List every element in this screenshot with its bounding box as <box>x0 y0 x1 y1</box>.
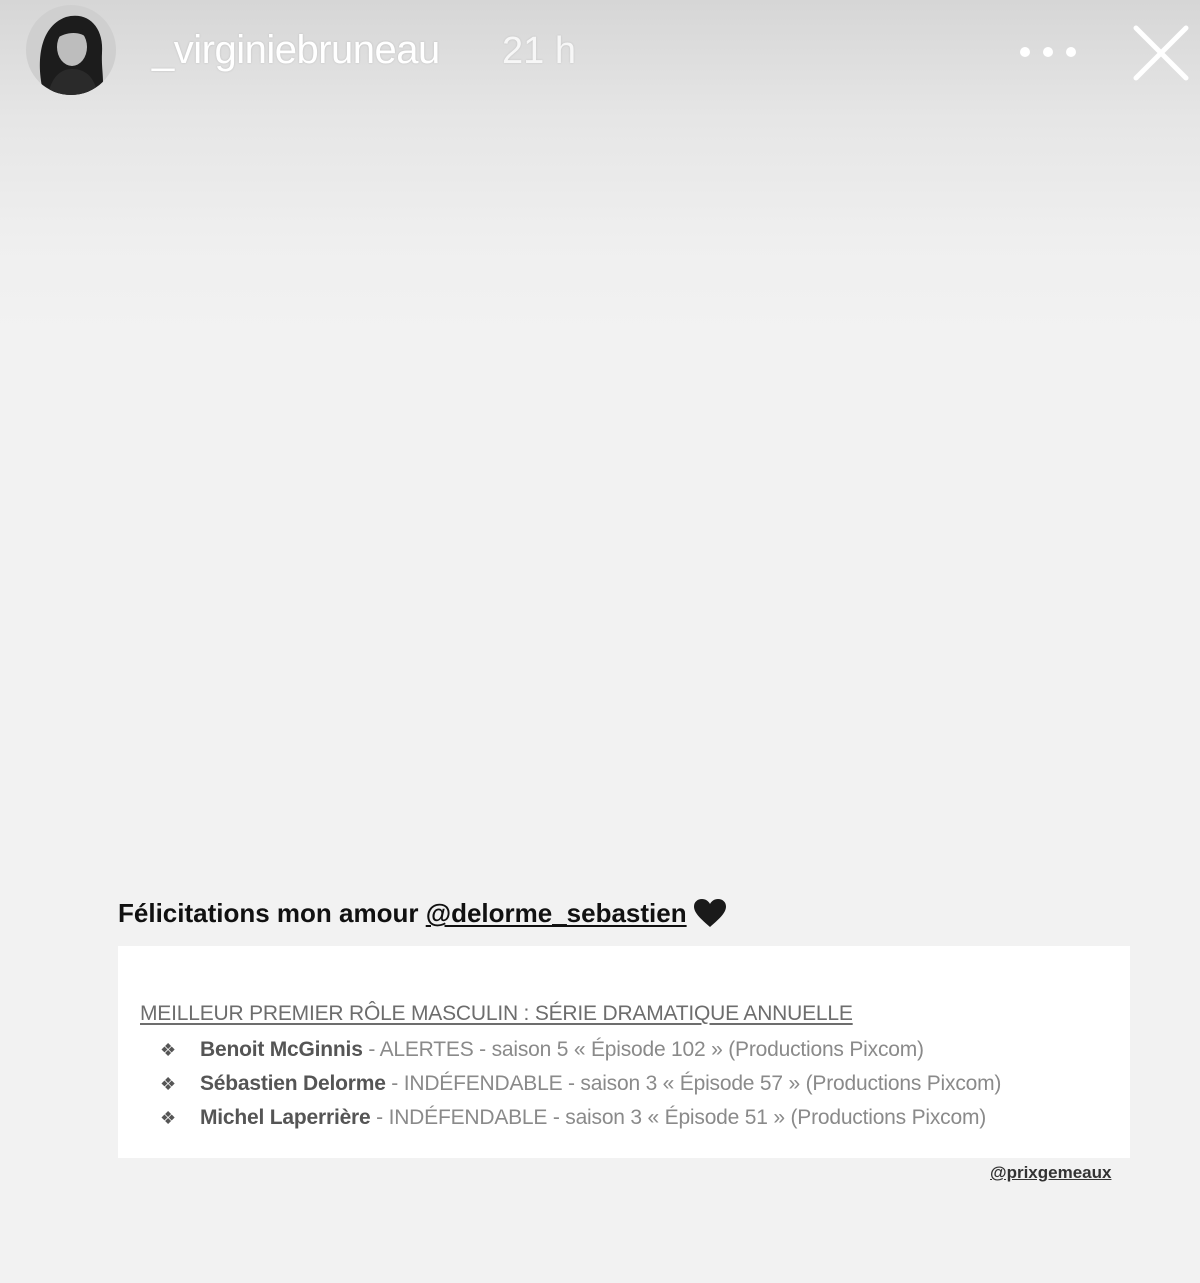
story-username[interactable]: _virginiebruneau <box>152 28 440 73</box>
more-options-icon[interactable] <box>1020 40 1076 64</box>
nominee-detail: - INDÉFENDABLE - saison 3 « Épisode 57 »… <box>385 1072 1002 1095</box>
story-caption: Félicitations mon amour @delorme_sebasti… <box>118 898 727 935</box>
nominee-name: Sébastien Delorme <box>200 1072 386 1095</box>
dot <box>1020 47 1030 57</box>
nominee-name: Benoit McGinnis <box>200 1038 363 1061</box>
story-header: _virginiebruneau 21 h <box>0 0 1200 110</box>
close-icon[interactable] <box>1130 22 1192 84</box>
category-title: MEILLEUR PREMIER RÔLE MASCULIN : SÉRIE D… <box>140 1002 853 1025</box>
avatar[interactable] <box>26 5 116 95</box>
diamond-bullet-icon: ❖ <box>160 1074 176 1094</box>
black-heart-icon <box>693 898 727 935</box>
mention-link[interactable]: @delorme_sebastien <box>426 898 687 928</box>
story-timestamp: 21 h <box>502 30 576 72</box>
story-viewer: _virginiebruneau 21 h Félicitations mon … <box>0 0 1200 1283</box>
list-item: ❖ Michel Laperrière - INDÉFENDABLE - sais… <box>160 1106 986 1130</box>
source-credit[interactable]: @prixgemeaux <box>990 1163 1111 1183</box>
list-item: ❖ Sébastien Delorme - INDÉFENDABLE - sais… <box>160 1072 1001 1096</box>
dot <box>1043 47 1053 57</box>
nominee-name: Michel Laperrière <box>200 1106 371 1129</box>
list-item: ❖ Benoit McGinnis - ALERTES - saison 5 « … <box>160 1038 924 1062</box>
nominee-detail: - ALERTES - saison 5 « Épisode 102 » (Pr… <box>362 1038 924 1061</box>
diamond-bullet-icon: ❖ <box>160 1108 176 1128</box>
dot <box>1066 47 1076 57</box>
nominees-card: MEILLEUR PREMIER RÔLE MASCULIN : SÉRIE D… <box>118 946 1130 1158</box>
diamond-bullet-icon: ❖ <box>160 1040 176 1060</box>
nominee-detail: - INDÉFENDABLE - saison 3 « Épisode 51 »… <box>370 1106 987 1129</box>
caption-text: Félicitations mon amour <box>118 898 426 928</box>
avatar-photo-icon <box>26 5 116 95</box>
